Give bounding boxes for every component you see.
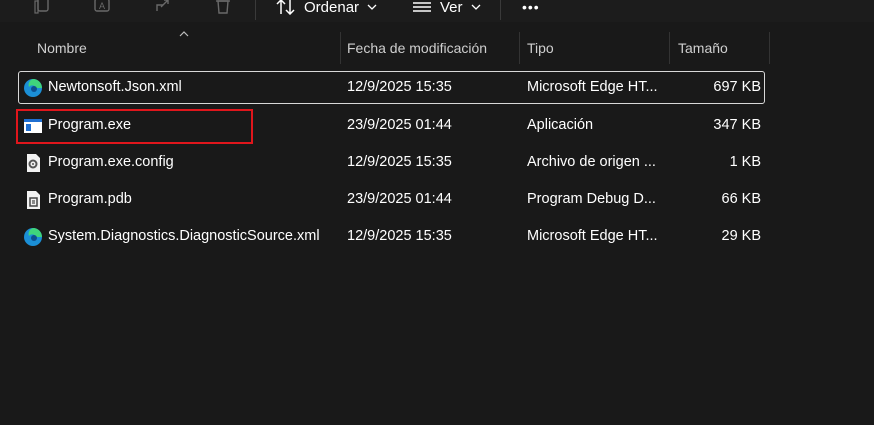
file-modified: 23/9/2025 01:44	[347, 117, 452, 133]
sort-icon	[276, 0, 295, 15]
column-divider[interactable]	[519, 32, 520, 64]
file-row[interactable]: System.Diagnostics.DiagnosticSource.xml …	[18, 220, 765, 253]
sort-button[interactable]: Ordenar	[276, 0, 377, 18]
file-name: Newtonsoft.Json.xml	[48, 79, 182, 95]
column-header-name[interactable]: Nombre	[37, 32, 87, 64]
column-header-type[interactable]: Tipo	[527, 32, 554, 64]
file-type: Aplicación	[527, 117, 594, 133]
share-icon[interactable]	[153, 0, 173, 16]
file-type: Archivo de origen ...	[527, 154, 656, 170]
rename-icon[interactable]: A	[92, 0, 112, 16]
file-modified: 23/9/2025 01:44	[347, 191, 452, 207]
pdb-icon	[27, 191, 40, 209]
file-modified: 12/9/2025 15:35	[347, 228, 452, 244]
file-modified: 12/9/2025 15:35	[347, 154, 452, 170]
column-divider[interactable]	[769, 32, 770, 64]
column-header-size[interactable]: Tamaño	[678, 32, 728, 64]
copy-icon[interactable]	[33, 0, 53, 16]
file-type: Microsoft Edge HT...	[527, 228, 658, 244]
view-icon	[413, 2, 431, 12]
command-bar: A Ordenar Ver •••	[0, 0, 874, 22]
column-divider[interactable]	[340, 32, 341, 64]
column-header-row: Nombre Fecha de modificación Tipo Tamaño	[0, 31, 874, 64]
file-size: 1 KB	[729, 154, 761, 170]
file-size: 66 KB	[721, 191, 762, 207]
view-label: Ver	[440, 0, 463, 16]
file-size: 347 KB	[713, 117, 761, 133]
view-button[interactable]: Ver	[412, 0, 481, 18]
file-name: Program.pdb	[48, 191, 132, 207]
edge-icon	[24, 79, 42, 97]
file-row[interactable]: Program.exe.config 12/9/2025 15:35 Archi…	[18, 146, 765, 179]
file-name: System.Diagnostics.DiagnosticSource.xml	[48, 228, 320, 244]
more-options-button[interactable]: •••	[522, 0, 540, 18]
chevron-down-icon	[367, 4, 377, 10]
toolbar-separator	[500, 0, 501, 20]
column-header-modified[interactable]: Fecha de modificación	[347, 32, 487, 64]
config-icon	[27, 154, 40, 172]
file-size: 29 KB	[721, 228, 762, 244]
edge-icon	[24, 228, 42, 246]
file-type: Program Debug D...	[527, 191, 656, 207]
file-row[interactable]: Program.pdb 23/9/2025 01:44 Program Debu…	[18, 183, 765, 216]
column-divider[interactable]	[669, 32, 670, 64]
file-name: Program.exe.config	[48, 154, 174, 170]
svg-text:A: A	[99, 1, 105, 11]
delete-icon[interactable]	[213, 0, 233, 16]
toolbar-separator	[255, 0, 256, 20]
highlight-box	[16, 109, 253, 144]
more-icon: •••	[522, 0, 540, 15]
sort-ascending-icon	[179, 31, 189, 37]
file-size: 697 KB	[713, 79, 761, 95]
sort-label: Ordenar	[304, 0, 360, 16]
file-row[interactable]: Newtonsoft.Json.xml 12/9/2025 15:35 Micr…	[18, 71, 765, 104]
file-modified: 12/9/2025 15:35	[347, 79, 452, 95]
file-type: Microsoft Edge HT...	[527, 79, 658, 95]
chevron-down-icon	[471, 4, 480, 10]
